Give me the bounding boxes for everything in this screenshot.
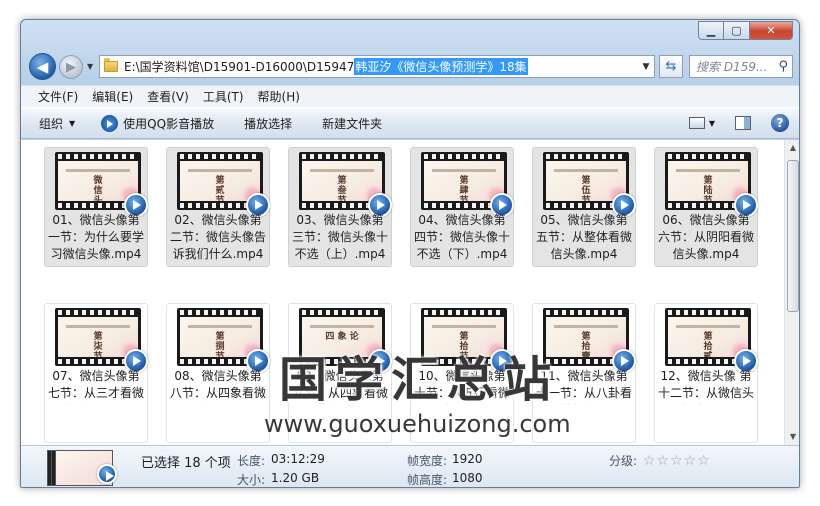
address-dropdown-icon[interactable]: ▼ xyxy=(638,62,654,72)
file-name: 12、微信头像 第十二节：从微信头像断财运.mp4 xyxy=(657,369,754,404)
file-item[interactable]: 第 肆 节 04、微信头像第四节：微信头像十不选（下）.mp4 xyxy=(410,147,514,267)
file-name: 05、微信头像第五节：从整体看微信头像.mp4 xyxy=(535,213,632,261)
scroll-down-icon[interactable]: ▼ xyxy=(785,429,799,445)
play-selection-button[interactable]: 播放选择 xyxy=(236,115,300,132)
organize-caret-icon: ▼ xyxy=(69,118,76,128)
scrollbar-thumb[interactable] xyxy=(787,160,799,312)
refresh-icon[interactable]: ⇆ xyxy=(659,55,683,78)
command-bar-right: ▼ ? xyxy=(688,114,799,132)
address-path: E:\国学资料馆\D15901-D16000\D15947 xyxy=(124,60,355,74)
menu-help[interactable]: 帮助(H) xyxy=(251,88,307,105)
frame-width-value: 1920 xyxy=(452,452,483,466)
file-name: 06、微信头像第六节：从阴阳看微信头像.mp4 xyxy=(657,213,754,261)
selected-count: 已选择 18 个项 xyxy=(141,456,231,471)
rating-stars[interactable]: ☆☆☆☆☆ xyxy=(643,453,711,469)
menu-file[interactable]: 文件(F) xyxy=(31,88,85,105)
qq-player-badge-icon xyxy=(97,464,117,484)
view-caret-icon[interactable]: ▼ xyxy=(709,119,715,128)
frame-width-key: 帧宽度: xyxy=(407,454,448,468)
size-value: 1.20 GB xyxy=(271,471,320,485)
file-name: 08、微信头像第八节：从四象看微信头像（ xyxy=(169,369,266,404)
file-item[interactable]: 第 捌 节08、微信头像第八节：从四象看微信头像（ xyxy=(166,303,270,443)
watermark-text: 国学汇总站 xyxy=(279,352,560,408)
file-item[interactable]: 第 陆 节 06、微信头像第六节：从阴阳看微信头像.mp4 xyxy=(654,147,758,267)
back-arrow-icon[interactable]: ◀ xyxy=(29,53,56,80)
qq-player-icon xyxy=(101,114,119,132)
file-item[interactable]: 第 叁 节 03、微信头像第三节：微信头像十不选（上）.mp4 xyxy=(288,147,392,267)
file-list-area: 微 信 头 像01、微信头像第一节：为什么要学习微信头像.mp4第 贰 节02、… xyxy=(21,140,799,445)
size-key: 大小: xyxy=(237,473,266,487)
close-button[interactable]: ✕ xyxy=(750,21,793,40)
menu-tools[interactable]: 工具(T) xyxy=(196,88,251,105)
navigation-bar: ◀ ▶ ▼ E:\国学资料馆\D15901-D16000\D15947 韩亚汐《… xyxy=(21,52,799,82)
frame-height-key: 帧高度: xyxy=(407,473,448,487)
rating-key: 分级: xyxy=(609,454,638,468)
help-icon[interactable]: ? xyxy=(771,114,789,132)
address-path-selected: 韩亚汐《微信头像预测学》18集 xyxy=(354,58,528,75)
details-pane: 已选择 18 个项 长度: 03:12:29 大小: 1.20 GB 帧宽度: … xyxy=(21,445,799,487)
file-name: 01、微信头像第一节：为什么要学习微信头像.mp4 xyxy=(47,213,144,261)
caption-buttons: ▁ ▢ ✕ xyxy=(698,21,793,40)
address-bar[interactable]: E:\国学资料馆\D15901-D16000\D15947 韩亚汐《微信头像预测… xyxy=(99,55,655,78)
file-item[interactable]: 第 贰 节 02、微信头像第二节：微信头像告诉我们什么.mp4 xyxy=(166,147,270,267)
length-value: 03:12:29 xyxy=(271,452,325,466)
menu-edit[interactable]: 编辑(E) xyxy=(85,88,140,105)
organize-label: 组织 xyxy=(39,116,64,131)
file-name: 07、微信头像第七节：从三才看微信头像.mp4 xyxy=(47,369,144,404)
menu-bar: 文件(F) 编辑(E) 查看(V) 工具(T) 帮助(H) xyxy=(21,85,799,107)
organize-button[interactable]: 组织 ▼ xyxy=(31,115,83,132)
minimize-button[interactable]: ▁ xyxy=(698,21,724,40)
file-item[interactable]: 微 信 头 像01、微信头像第一节：为什么要学习微信头像.mp4 xyxy=(44,147,148,267)
folder-icon xyxy=(104,58,118,72)
watermark-url: www.guoxuehuizong.com xyxy=(264,410,571,438)
file-item[interactable]: 第 伍 节 05、微信头像第五节：从整体看微信头像.mp4 xyxy=(532,147,636,267)
play-qq-button[interactable]: 使用QQ影音播放 xyxy=(93,114,222,132)
forward-arrow-icon[interactable]: ▶ xyxy=(59,55,83,79)
frame-height-value: 1080 xyxy=(452,471,483,485)
search-placeholder: 搜索 D159... xyxy=(696,60,768,74)
explorer-window: ▁ ▢ ✕ ◀ ▶ ▼ E:\国学资料馆\D15901-D16000\D1594… xyxy=(20,19,800,488)
history-dropdown-icon[interactable]: ▼ xyxy=(87,62,93,71)
scroll-up-icon[interactable]: ▲ xyxy=(785,140,799,156)
play-qq-label: 使用QQ影音播放 xyxy=(123,116,215,131)
search-icon[interactable]: ⚲ xyxy=(778,59,788,74)
details-thumbnail xyxy=(47,450,117,486)
file-item[interactable]: 第 柒 节07、微信头像第七节：从三才看微信头像.mp4 xyxy=(44,303,148,443)
new-folder-label: 新建文件夹 xyxy=(322,116,383,131)
vertical-scrollbar[interactable]: ▲ ▼ xyxy=(784,140,799,445)
change-view-icon[interactable] xyxy=(688,117,705,129)
search-input[interactable]: 搜索 D159... ⚲ xyxy=(689,55,793,78)
file-name: 02、微信头像第二节：微信头像告诉我们什么.mp4 xyxy=(169,213,266,261)
maximize-button[interactable]: ▢ xyxy=(724,21,750,40)
menu-view[interactable]: 查看(V) xyxy=(140,88,196,105)
play-selection-label: 播放选择 xyxy=(244,116,293,131)
command-bar: 组织 ▼ 使用QQ影音播放 播放选择 新建文件夹 ▼ ? xyxy=(21,107,799,139)
length-key: 长度: xyxy=(237,454,266,468)
file-name: 04、微信头像第四节：微信头像十不选（下）.mp4 xyxy=(413,213,510,261)
file-name: 03、微信头像第三节：微信头像十不选（上）.mp4 xyxy=(291,213,388,261)
file-item[interactable]: 第 拾 贰 节12、微信头像 第十二节：从微信头像断财运.mp4 xyxy=(654,303,758,443)
preview-pane-icon[interactable] xyxy=(735,116,751,130)
new-folder-button[interactable]: 新建文件夹 xyxy=(314,115,390,132)
